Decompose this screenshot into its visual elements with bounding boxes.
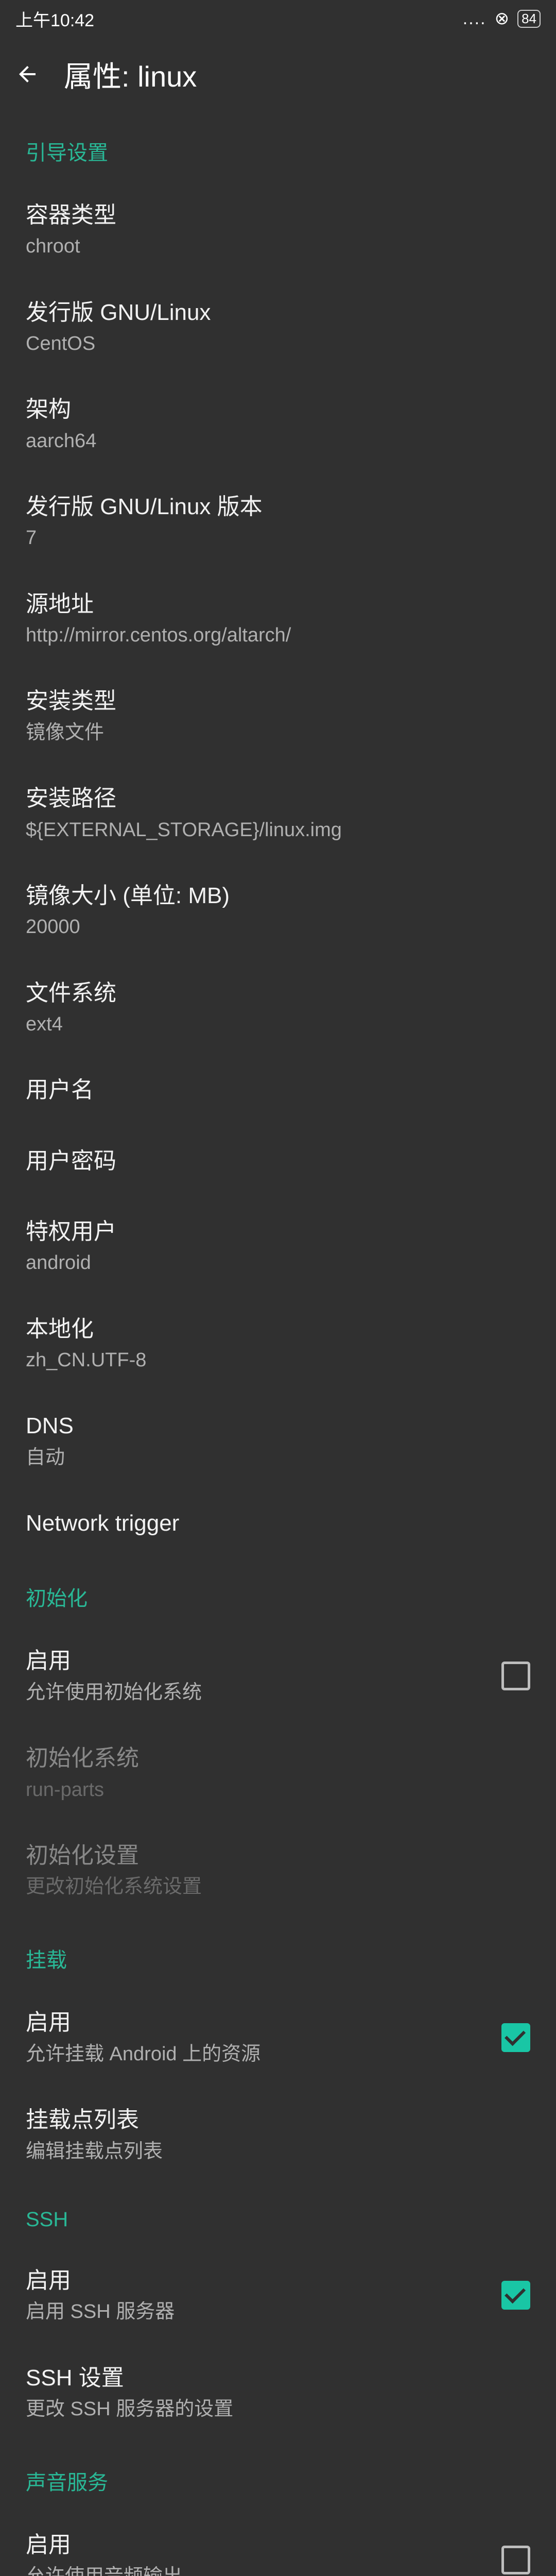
pref-summary: 更改初始化系统设置 xyxy=(26,1874,530,1900)
pref-summary: run-parts xyxy=(26,1777,530,1803)
pref-filesystem[interactable]: 文件系统 ext4 xyxy=(0,959,556,1057)
status-right: .... ⊗ 84 xyxy=(463,8,541,29)
pref-ssh-enable[interactable]: 启用启用 SSH 服务器 xyxy=(0,2247,556,2344)
pref-mount-enable[interactable]: 启用允许挂载 Android 上的资源 xyxy=(0,1989,556,2086)
pref-distro-version[interactable]: 发行版 GNU/Linux 版本 7 xyxy=(0,473,556,570)
app-bar: 属性: linux xyxy=(0,37,556,111)
pref-mount-points[interactable]: 挂载点列表编辑挂载点列表 xyxy=(0,2086,556,2183)
pref-summary: ${EXTERNAL_STORAGE}/linux.img xyxy=(26,817,530,843)
section-mount: 挂载 xyxy=(0,1919,556,1989)
pref-ssh-settings[interactable]: SSH 设置更改 SSH 服务器的设置 xyxy=(0,2344,556,2442)
pref-title: 镜像大小 (单位: MB) xyxy=(26,880,530,911)
pref-title: 文件系统 xyxy=(26,978,530,1008)
pref-summary: aarch64 xyxy=(26,428,530,454)
pref-summary: 启用 SSH 服务器 xyxy=(26,2299,481,2325)
pref-title: DNS xyxy=(26,1411,530,1441)
page-title: 属性: linux xyxy=(64,54,197,95)
pref-summary: zh_CN.UTF-8 xyxy=(26,1347,530,1374)
pref-title: 容器类型 xyxy=(26,200,530,230)
pref-summary: 编辑挂载点列表 xyxy=(26,2139,530,2165)
pref-summary: 镜像文件 xyxy=(26,720,530,746)
pref-title: 发行版 GNU/Linux 版本 xyxy=(26,492,530,522)
pref-title: Network trigger xyxy=(26,1508,530,1538)
pref-title: 启用 xyxy=(26,2530,481,2560)
pref-summary: chroot xyxy=(26,233,530,260)
pref-audio-enable[interactable]: 启用允许使用音频输出 xyxy=(0,2511,556,2576)
pref-init-settings: 初始化设置更改初始化系统设置 xyxy=(0,1822,556,1919)
checkbox[interactable] xyxy=(501,1662,530,1690)
section-ssh: SSH xyxy=(0,2183,556,2247)
pref-privileged-user[interactable]: 特权用户 android xyxy=(0,1198,556,1295)
pref-locale[interactable]: 本地化 zh_CN.UTF-8 xyxy=(0,1295,556,1393)
pref-title: 启用 xyxy=(26,1646,481,1676)
pref-source-url[interactable]: 源地址 http://mirror.centos.org/altarch/ xyxy=(0,570,556,668)
pref-summary: 允许使用音频输出 xyxy=(26,2564,481,2576)
pref-title: 架构 xyxy=(26,394,530,425)
checkbox[interactable] xyxy=(501,2546,530,2574)
pref-username[interactable]: 用户名 xyxy=(0,1056,556,1127)
pref-title: 本地化 xyxy=(26,1314,530,1344)
section-boot: 引导设置 xyxy=(0,111,556,181)
checkbox[interactable] xyxy=(501,2023,530,2052)
status-time: 上午10:42 xyxy=(15,6,94,31)
pref-arch[interactable]: 架构 aarch64 xyxy=(0,376,556,473)
pref-title: 安装路径 xyxy=(26,783,530,814)
arrow-left-icon xyxy=(15,62,40,87)
pref-summary: 允许挂载 Android 上的资源 xyxy=(26,2041,481,2067)
pref-image-size[interactable]: 镜像大小 (单位: MB) 20000 xyxy=(0,862,556,959)
pref-password[interactable]: 用户密码 xyxy=(0,1127,556,1198)
pref-title: 挂载点列表 xyxy=(26,2105,530,2135)
pref-title: 启用 xyxy=(26,2007,481,2038)
section-audio: 声音服务 xyxy=(0,2441,556,2511)
signal-icon: .... xyxy=(463,9,486,29)
pref-init-enable[interactable]: 启用允许使用初始化系统 xyxy=(0,1627,556,1724)
notification-icon: ⊗ xyxy=(495,8,510,29)
pref-title: 初始化系统 xyxy=(26,1743,530,1773)
pref-summary: 允许使用初始化系统 xyxy=(26,1680,481,1706)
section-init: 初始化 xyxy=(0,1557,556,1627)
pref-summary: CentOS xyxy=(26,331,530,357)
pref-summary: 20000 xyxy=(26,914,530,940)
pref-summary: 更改 SSH 服务器的设置 xyxy=(26,2396,530,2422)
pref-title: 安装类型 xyxy=(26,686,530,716)
pref-title: 初始化设置 xyxy=(26,1840,530,1871)
pref-install-type[interactable]: 安装类型镜像文件 xyxy=(0,667,556,765)
pref-network-trigger[interactable]: Network trigger xyxy=(0,1489,556,1557)
pref-title: 用户密码 xyxy=(26,1146,530,1176)
pref-install-path[interactable]: 安装路径 ${EXTERNAL_STORAGE}/linux.img xyxy=(0,765,556,862)
pref-title: 特权用户 xyxy=(26,1216,530,1247)
pref-summary: 7 xyxy=(26,525,530,551)
pref-summary: 自动 xyxy=(26,1445,530,1471)
battery-indicator: 84 xyxy=(517,10,541,28)
pref-container-type[interactable]: 容器类型 chroot xyxy=(0,181,556,279)
pref-title: 启用 xyxy=(26,2265,481,2296)
pref-init-system: 初始化系统 run-parts xyxy=(0,1724,556,1822)
pref-distro[interactable]: 发行版 GNU/Linux CentOS xyxy=(0,279,556,376)
pref-summary: ext4 xyxy=(26,1011,530,1038)
pref-title: SSH 设置 xyxy=(26,2363,530,2393)
pref-summary: http://mirror.centos.org/altarch/ xyxy=(26,622,530,649)
pref-title: 源地址 xyxy=(26,589,530,619)
back-button[interactable] xyxy=(9,56,45,92)
status-bar: 上午10:42 .... ⊗ 84 xyxy=(0,0,556,37)
pref-title: 用户名 xyxy=(26,1075,530,1105)
pref-dns[interactable]: DNS 自动 xyxy=(0,1392,556,1489)
pref-summary: android xyxy=(26,1250,530,1276)
checkbox[interactable] xyxy=(501,2281,530,2310)
pref-title: 发行版 GNU/Linux xyxy=(26,297,530,328)
